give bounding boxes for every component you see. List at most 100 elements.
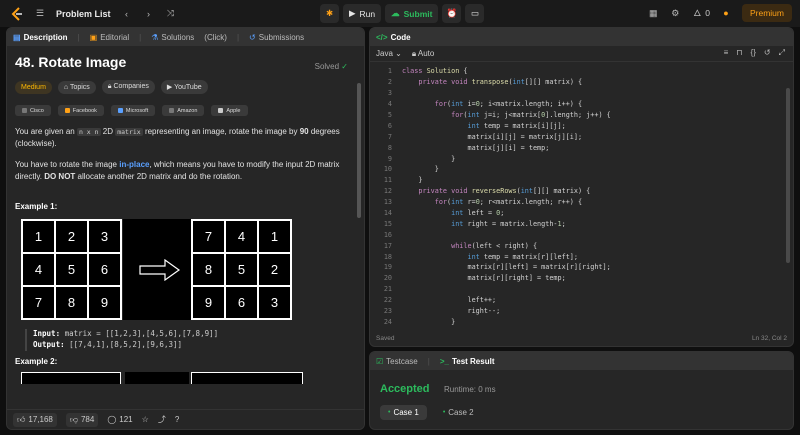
code-line[interactable]: 18 int temp = matrix[r][left]; [370,251,790,262]
code-line[interactable]: 9 } [370,153,790,164]
debug-button[interactable]: ✱ [320,4,339,23]
comments-button[interactable]: ◯ 121 [107,415,132,424]
dislike-button[interactable]: 👎︎ 784 [65,412,99,427]
case-tab-1[interactable]: • Case 1 [380,405,427,420]
problem-list-link[interactable]: Problem List [56,9,111,19]
code-line[interactable]: 12 private void reverseRows(int[][] matr… [370,186,790,197]
company-tag[interactable]: Facebook [57,105,104,116]
line-number: 19 [383,263,392,272]
tab-testcase[interactable]: ☑ Testcase [376,357,418,366]
code-line[interactable]: 5 for(int j=i; j<matrix[0].length; j++) … [370,110,790,121]
notes-button[interactable]: ▭ [465,4,485,23]
code-line[interactable]: 2 private void transpose(int[][] matrix)… [370,77,790,88]
tab-submissions[interactable]: ↺ Submissions [249,33,304,42]
tab-test-result-label: Test Result [451,356,495,366]
line-number: 21 [383,285,392,294]
code-line[interactable]: 20 matrix[r][right] = temp; [370,273,790,284]
tab-test-result[interactable]: >_ Test Result [440,357,495,366]
code-line[interactable]: 6 int temp = matrix[i][j]; [370,120,790,131]
tab-editorial[interactable]: ▣ Editorial [90,33,129,42]
tab-click[interactable]: (Click) [204,33,227,42]
company-tag[interactable]: Microsoft [110,105,156,116]
topics-chip[interactable]: ⌂ Topics [57,80,96,94]
code-text: matrix[r][right] = temp; [402,274,566,283]
next-problem-icon[interactable]: › [143,9,155,19]
premium-button[interactable]: Premium [741,4,792,22]
braces-icon[interactable]: {} [751,48,756,58]
shuffle-icon[interactable]: ⤨ [165,8,177,19]
code-line[interactable]: 4 for(int i=0; i<matrix.length; i++) { [370,99,790,110]
code-line[interactable]: 22 left++; [370,295,790,306]
leetcode-logo-icon[interactable] [10,6,24,21]
code-line[interactable]: 24 } [370,316,790,327]
language-select[interactable]: Java ⌄ [376,49,402,58]
submit-button[interactable]: ☁ Submit [385,4,439,23]
description-scrollbar[interactable] [357,83,361,218]
description-footer: 👍︎ 17,168 👎︎ 784 ◯ 121 ☆ ⤴ ? [7,409,364,429]
editorial-icon: ▣ [89,32,98,42]
code-line[interactable]: 3 [370,88,790,99]
code-scrollbar[interactable] [786,88,790,263]
problem-title[interactable]: 48. Rotate Image [15,54,356,70]
code-line[interactable]: 13 for(int r=0; r<matrix.length; r++) { [370,197,790,208]
code-line[interactable]: 8 matrix[j][i] = temp; [370,142,790,153]
code-line[interactable]: 1 class Solution { [370,66,790,77]
company-name: Amazon [177,107,198,114]
code-editor[interactable]: 1 class Solution {2 private void transpos… [370,66,790,327]
share-button[interactable]: ⤴ [158,414,166,425]
avatar[interactable]: ● [720,8,732,18]
code-line[interactable]: 7 matrix[i][j] = matrix[j][i]; [370,131,790,142]
company-tag[interactable]: Apple [211,105,248,116]
line-number: 23 [383,307,392,316]
companies-chip[interactable]: 🔒︎ Companies [101,80,155,94]
fullscreen-icon[interactable]: ⤢ [779,48,785,58]
code-line[interactable]: 15 int right = matrix.length-1; [370,218,790,229]
code-line[interactable]: 11 } [370,175,790,186]
tab-code[interactable]: </> Code [376,33,411,42]
company-tag[interactable]: Cisco [15,105,51,116]
auto-toggle[interactable]: 🔒︎ Auto [412,49,435,59]
example-1-image: 123456789 741852963 [15,219,356,321]
line-number: 2 [387,78,392,87]
like-button[interactable]: 👍︎ 17,168 [13,412,57,427]
youtube-chip[interactable]: ▶ YouTube [160,80,208,94]
case-tab-2[interactable]: • Case 2 [435,405,482,420]
code-line[interactable]: 23 right--; [370,306,790,317]
code-line[interactable]: 21 [370,284,790,295]
tab-solutions-label: Solutions [161,32,195,42]
code-tab-bar: </> Code [370,28,793,46]
text: You are given an [15,127,77,136]
timer-button[interactable]: ⏰ [442,4,462,23]
code-line[interactable]: 17 while(left < right) { [370,240,790,251]
text: You have to rotate the image [15,160,120,170]
run-button[interactable]: ▶ Run [343,4,382,23]
prev-problem-icon[interactable]: ‹ [121,9,133,19]
matrix-cell: 6 [225,286,258,320]
settings-gear-icon[interactable]: ⚙ [669,8,681,19]
tab-solutions[interactable]: ⚗ Solutions [151,33,194,42]
company-tag[interactable]: Amazon [162,105,205,116]
output-matrix: 741852963 [191,219,292,321]
in-place-link[interactable]: in-place [119,160,149,169]
layout-icon[interactable]: ▦ [647,8,659,19]
favorite-button[interactable]: ☆ [142,415,149,424]
format-icon[interactable]: ≡ [724,48,729,58]
code-line[interactable]: 19 matrix[r][left] = matrix[r][right]; [370,262,790,273]
problem-list-icon[interactable]: ☰ [34,8,46,19]
code-line[interactable]: 14 int left = 0; [370,208,790,219]
tab-editorial-label: Editorial [100,32,130,42]
line-number: 13 [383,198,392,207]
matrix-cell: 5 [225,253,258,287]
reset-icon[interactable]: ↺ [764,48,771,58]
tab-description[interactable]: ▤ Description [13,33,68,42]
line-number: 17 [383,241,392,250]
matrix-cell: 8 [192,253,225,287]
bold-text: DO NOT [44,171,76,181]
streak-fire-icon[interactable]: 🜂 [691,4,703,22]
code-line[interactable]: 10 } [370,164,790,175]
bookmark-icon[interactable]: ⊓ [736,48,742,58]
code-text: int right = matrix.length-1; [451,219,566,228]
text: allocate another 2D matrix and do the ro… [75,171,243,181]
code-line[interactable]: 16 [370,229,790,240]
feedback-button[interactable]: ? [175,415,179,424]
